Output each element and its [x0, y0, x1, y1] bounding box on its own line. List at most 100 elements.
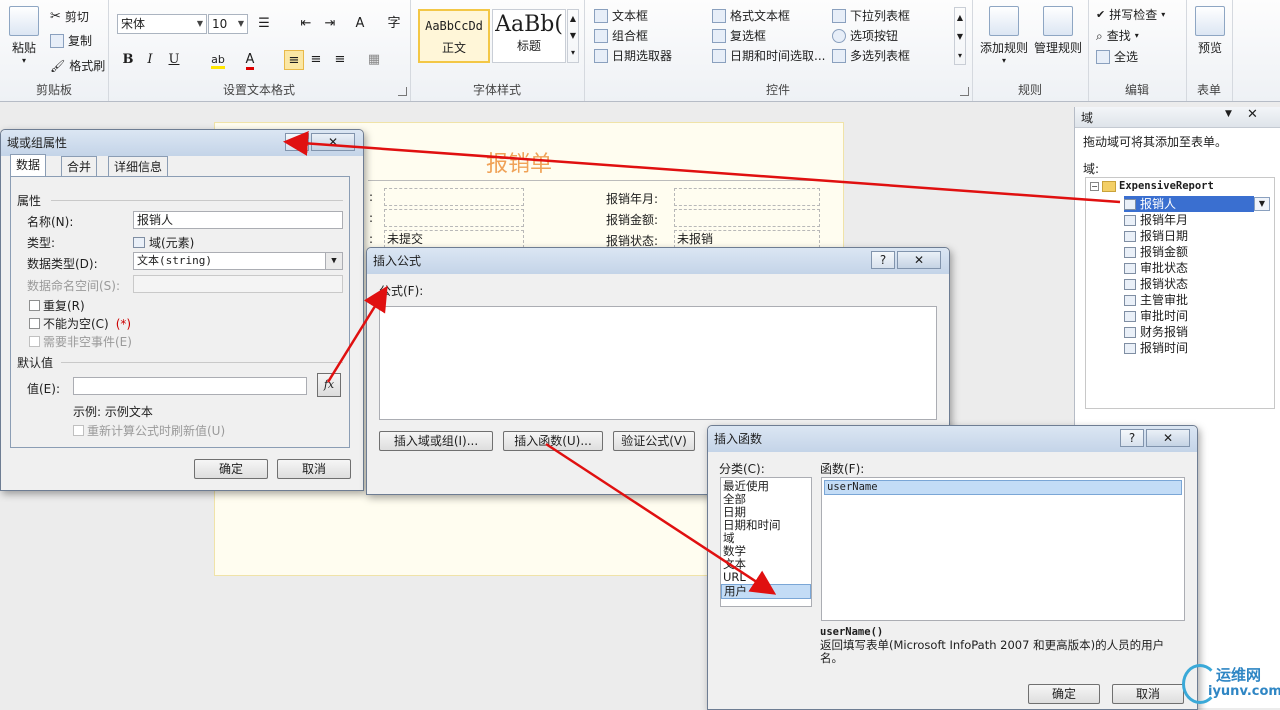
- type-value: 域(元素): [133, 234, 194, 251]
- field-cell-month[interactable]: [674, 188, 820, 206]
- close-button[interactable]: ✕: [311, 133, 355, 151]
- format-painter-button[interactable]: 🖌 格式刷: [50, 57, 105, 75]
- controls-scroll[interactable]: ▲ ▼ ▾: [954, 7, 966, 65]
- close-icon[interactable]: ✕: [1247, 107, 1258, 122]
- font-name-combo[interactable]: 宋体 ▼: [117, 14, 207, 34]
- paste-button[interactable]: 粘贴 ▾: [6, 6, 42, 65]
- category-listbox[interactable]: 最近使用 全部 日期 日期和时间域数学 文本 URL 用户: [720, 477, 812, 607]
- select-all-button[interactable]: 全选: [1096, 48, 1138, 66]
- task-pane-hint: 拖动域可将其添加至表单。: [1083, 135, 1228, 149]
- font-color-icon[interactable]: A: [240, 50, 260, 70]
- style-normal[interactable]: AaBbCcDd 正文: [418, 9, 490, 63]
- text-direction-icon[interactable]: A: [350, 14, 370, 34]
- ok-button[interactable]: 确定: [1028, 684, 1100, 704]
- insert-function-titlebar: 插入函数 ? ✕: [708, 426, 1197, 452]
- ok-button[interactable]: 确定: [194, 459, 268, 479]
- cut-button[interactable]: ✂ 剪切: [50, 8, 89, 26]
- close-button[interactable]: ✕: [1146, 429, 1190, 447]
- control-option-button[interactable]: 选项按钮: [832, 27, 898, 45]
- add-rule-button[interactable]: 添加规则 ▾: [978, 6, 1030, 65]
- tree-item-field[interactable]: 报销金额: [1124, 244, 1188, 260]
- category-item[interactable]: 用户: [721, 584, 811, 599]
- field-cell-status[interactable]: 未报销: [674, 230, 820, 248]
- tree-item-field[interactable]: 主管审批: [1124, 292, 1188, 308]
- help-button[interactable]: ?: [285, 133, 309, 151]
- italic-button[interactable]: I: [140, 50, 160, 70]
- char-format-button[interactable]: 字: [384, 14, 404, 34]
- close-button[interactable]: ✕: [897, 251, 941, 269]
- category-item[interactable]: URL: [721, 571, 811, 584]
- highlight-icon[interactable]: ab: [208, 50, 228, 70]
- formula-button[interactable]: fx: [317, 373, 341, 397]
- controls-dialog-launcher[interactable]: [960, 87, 969, 96]
- align-right-icon[interactable]: ≡: [330, 50, 350, 70]
- control-combobox[interactable]: 组合框: [594, 27, 648, 45]
- folder-icon: [1102, 180, 1116, 192]
- insert-function-button[interactable]: 插入函数(U)...: [503, 431, 603, 451]
- default-value-field[interactable]: [73, 377, 307, 395]
- control-date-picker[interactable]: 日期选取器: [594, 47, 672, 65]
- tree-item-field[interactable]: 报销时间: [1124, 340, 1188, 356]
- tree-item-field[interactable]: 报销年月: [1124, 212, 1188, 228]
- bold-button[interactable]: B: [118, 50, 138, 70]
- tree-item-field[interactable]: 审批状态: [1124, 260, 1188, 276]
- font-size-combo[interactable]: 10 ▼: [208, 14, 248, 34]
- align-left-icon[interactable]: ≡: [284, 50, 304, 70]
- tree-item-field[interactable]: 审批时间: [1124, 308, 1188, 324]
- indent-decrease-icon[interactable]: ⇤: [296, 14, 316, 34]
- ribbon: 粘贴 ▾ ✂ 剪切 复制 🖌 格式刷 剪贴板 宋体 ▼ 10 ▼ ☰ ⇤ ⇥ A 字 B…: [0, 0, 1280, 102]
- tree-root[interactable]: − ExpensiveReport: [1090, 180, 1214, 192]
- border-icon[interactable]: ▦: [364, 50, 384, 70]
- control-textbox[interactable]: 文本框: [594, 7, 648, 25]
- underline-button[interactable]: U: [164, 50, 184, 70]
- formula-textarea[interactable]: [379, 306, 937, 420]
- help-button[interactable]: ?: [871, 251, 895, 269]
- control-dropdown[interactable]: 下拉列表框: [832, 7, 910, 25]
- field-cell[interactable]: [384, 188, 524, 206]
- collapse-icon[interactable]: −: [1090, 181, 1099, 191]
- spell-check-button[interactable]: ✔ 拼写检查 ▾: [1096, 6, 1165, 24]
- tab-merge[interactable]: 合并: [61, 156, 98, 176]
- field-icon: [1124, 214, 1136, 226]
- manage-rules-button[interactable]: 管理规则: [1032, 6, 1084, 56]
- find-button[interactable]: ⌕ 查找 ▾: [1096, 27, 1139, 45]
- preview-button[interactable]: 预览: [1190, 6, 1230, 56]
- control-rich-textbox[interactable]: 格式文本框: [712, 7, 790, 25]
- watermark-text: 运维网: [1216, 666, 1262, 684]
- cancel-button[interactable]: 取消: [277, 459, 351, 479]
- cancel-button[interactable]: 取消: [1112, 684, 1184, 704]
- repeat-checkbox[interactable]: 重复(R): [29, 297, 85, 314]
- tab-details[interactable]: 详细信息: [108, 156, 169, 176]
- tree-item-field[interactable]: 报销日期: [1124, 228, 1188, 244]
- help-button[interactable]: ?: [1120, 429, 1144, 447]
- tab-data[interactable]: 数据: [10, 154, 47, 176]
- function-listbox[interactable]: userName: [821, 477, 1185, 621]
- tree-item-field[interactable]: 报销状态: [1124, 276, 1188, 292]
- chevron-down-icon[interactable]: ▼: [1225, 109, 1232, 119]
- tree-item-field[interactable]: 财务报销: [1124, 324, 1188, 340]
- control-multiselect[interactable]: 多选列表框: [832, 47, 910, 65]
- control-datetime-picker[interactable]: 日期和时间选取...: [712, 47, 825, 65]
- copy-button[interactable]: 复制: [50, 32, 92, 50]
- control-checkbox[interactable]: 复选框: [712, 27, 766, 45]
- bullet-list-icon[interactable]: ☰: [254, 14, 274, 34]
- field-cell-submit-status[interactable]: 未提交: [384, 230, 524, 248]
- field-icon: [1124, 198, 1136, 210]
- styles-scroll[interactable]: ▲ ▼ ▾: [567, 9, 579, 63]
- field-dropdown-icon[interactable]: ▼: [1254, 197, 1270, 211]
- insert-field-button[interactable]: 插入域或组(I)...: [379, 431, 493, 451]
- datatype-select[interactable]: 文本(string) ▼: [133, 252, 343, 270]
- controls-group: 文本框 格式文本框 下拉列表框 组合框 复选框 选项按钮 日期选取器 日期和时间…: [584, 0, 973, 101]
- indent-increase-icon[interactable]: ⇥: [320, 14, 340, 34]
- function-item[interactable]: userName: [824, 480, 1182, 495]
- verify-formula-button[interactable]: 验证公式(V): [613, 431, 695, 451]
- style-heading[interactable]: AaBb( 标题: [492, 9, 566, 63]
- field-cell-amount[interactable]: [674, 209, 820, 227]
- tree-item-field[interactable]: 报销人: [1124, 196, 1254, 212]
- field-cell[interactable]: [384, 209, 524, 227]
- not-empty-checkbox[interactable]: 不能为空(C) (*): [29, 315, 131, 332]
- chevron-down-icon[interactable]: ▼: [325, 253, 342, 269]
- name-field[interactable]: 报销人: [133, 211, 343, 229]
- font-dialog-launcher[interactable]: [398, 87, 407, 96]
- align-center-icon[interactable]: ≡: [306, 50, 326, 70]
